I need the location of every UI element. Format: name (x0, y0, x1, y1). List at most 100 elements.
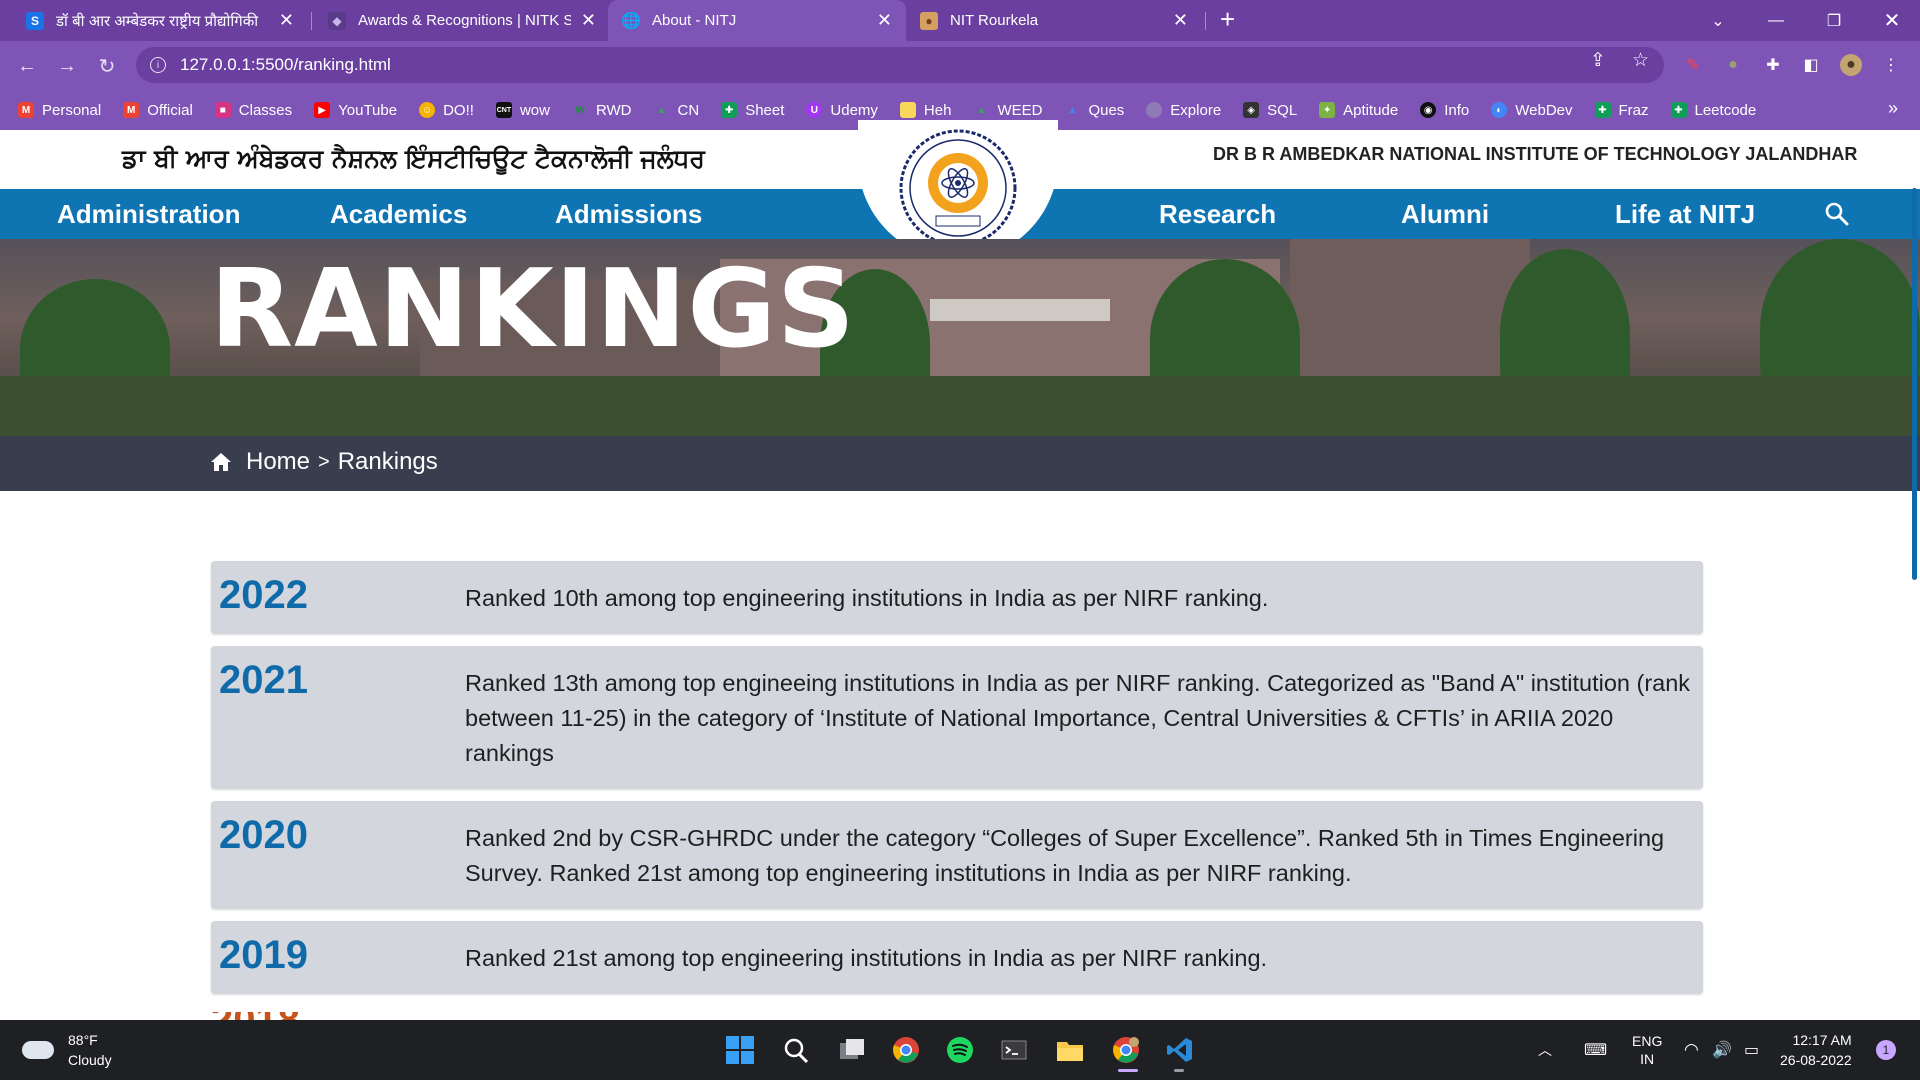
show-hidden-icons-chevron-icon[interactable]: ︿ (1538, 1020, 1552, 1080)
file-explorer-icon[interactable] (1054, 1034, 1086, 1066)
nitj-logo[interactable] (898, 128, 1018, 248)
bookmark-classes[interactable]: ■ Classes (214, 101, 293, 119)
nav-administration[interactable]: Administration (57, 199, 240, 230)
weather-widget[interactable]: 88°F Cloudy (22, 1030, 112, 1070)
page-scrollbar[interactable] (1912, 188, 1917, 580)
tab-title: About - NITJ (652, 12, 737, 29)
battery-icon[interactable]: ▭ (1744, 1020, 1759, 1080)
keyboard-icon[interactable]: ⌨ (1584, 1020, 1607, 1080)
back-arrow-icon[interactable]: ← (12, 51, 42, 81)
bookmark-leetcode[interactable]: ✚ Leetcode (1670, 102, 1756, 119)
drive-icon: ▲ (976, 104, 987, 116)
restore-button[interactable]: ❐ (1806, 0, 1862, 41)
wifi-icon[interactable]: ◠ (1684, 1020, 1699, 1080)
profile-avatar[interactable]: ● (1840, 54, 1862, 76)
bookmark-star-icon[interactable]: ☆ (1632, 49, 1649, 72)
terminal-icon[interactable] (998, 1034, 1030, 1066)
bookmark-label: Heh (923, 101, 952, 119)
bookmark-label: Classes (238, 101, 293, 119)
nav-admissions[interactable]: Admissions (555, 199, 702, 230)
minimize-button[interactable]: — (1748, 0, 1804, 41)
close-icon[interactable]: ✕ (1173, 10, 1188, 31)
search-icon[interactable] (780, 1034, 812, 1066)
tab-nitk-awards[interactable]: ◆ Awards & Recognitions | NITK Su ✕ (314, 0, 610, 41)
more-bookmarks-button[interactable]: » (1888, 98, 1898, 119)
nav-life-at-nitj[interactable]: Life at NITJ (1615, 199, 1755, 230)
info-icon[interactable]: i (150, 57, 166, 73)
sheets-icon: ✚ (1670, 102, 1687, 118)
bookmark-label: SQL (1267, 101, 1298, 119)
bookmark-heh[interactable]: Heh (899, 101, 952, 119)
close-icon[interactable]: ✕ (279, 10, 294, 31)
windows-start-icon[interactable] (724, 1034, 756, 1066)
close-icon[interactable]: ✕ (581, 10, 596, 31)
bookmark-official[interactable]: M Official (123, 102, 193, 119)
nav-academics[interactable]: Academics (330, 199, 467, 230)
breadcrumb-home-link[interactable]: Home (246, 448, 310, 476)
bookmark-ques[interactable]: ▲ Ques (1064, 102, 1124, 119)
menu-dots-icon[interactable]: ⋮ (1880, 54, 1902, 76)
nav-research[interactable]: Research (1159, 199, 1276, 230)
address-bar[interactable]: i 127.0.0.1:5500/ranking.html (136, 47, 1664, 83)
bookmark-sql[interactable]: ◈ SQL (1243, 102, 1297, 119)
w-icon: W (575, 104, 585, 116)
bookmark-aptitude[interactable]: ✦ Aptitude (1319, 102, 1398, 119)
close-icon[interactable]: ✕ (877, 10, 892, 31)
extension-icon[interactable]: ● (1722, 54, 1744, 76)
bookmark-explore[interactable]: Explore (1146, 102, 1221, 119)
github-icon: ◉ (1420, 102, 1437, 118)
side-panel-icon[interactable]: ◧ (1800, 54, 1822, 76)
bookmark-rwd[interactable]: W RWD (572, 101, 632, 119)
share-icon[interactable]: ⇪ (1590, 49, 1606, 72)
tab-nitj-hindi[interactable]: S डॉ बी आर अम्बेडकर राष्ट्रीय प्रौद्योगि… (12, 0, 308, 41)
url-text[interactable]: 127.0.0.1:5500/ranking.html (180, 55, 391, 75)
puzzle-extensions-icon[interactable]: ✚ (1762, 54, 1784, 76)
drive-icon: ▲ (1067, 104, 1078, 116)
active-app-indicator (1118, 1069, 1138, 1072)
lawn-image (0, 376, 1920, 436)
bookmark-cn[interactable]: ▲ CN (654, 102, 700, 119)
youtube-icon: ▶ (314, 102, 331, 118)
pen-extension-icon[interactable]: ✎ (1682, 54, 1704, 76)
home-icon[interactable] (210, 452, 232, 472)
breadcrumb-current: Rankings (337, 448, 438, 475)
bookmark-sheet[interactable]: ✚ Sheet (721, 102, 784, 119)
bookmark-udemy[interactable]: U Udemy (806, 102, 878, 119)
tab-nit-rourkela[interactable]: ● NIT Rourkela ✕ (906, 0, 1202, 41)
task-view-icon[interactable] (836, 1034, 868, 1066)
drive-icon: ▲ (656, 104, 667, 116)
ranking-description: Ranked 13th among top engineeing institu… (465, 670, 1691, 766)
shield-favicon-icon: ◆ (328, 11, 346, 30)
bookmark-youtube[interactable]: ▶ YouTube (314, 102, 397, 119)
bookmark-fraz[interactable]: ✚ Fraz (1594, 102, 1649, 119)
bookmark-info[interactable]: ◉ Info (1420, 102, 1469, 119)
tab-search-chevron-icon[interactable]: ⌄ (1690, 0, 1746, 41)
bookmark-weed[interactable]: ▲ WEED (973, 102, 1042, 119)
volume-icon[interactable]: 🔊 (1712, 1020, 1732, 1080)
tab-about-nitj[interactable]: 🌐 About - NITJ ✕ (608, 0, 906, 41)
chrome-icon[interactable] (890, 1034, 922, 1066)
bookmark-wow[interactable]: CNT wow (495, 102, 550, 119)
bookmark-do[interactable]: ☺ DO!! (419, 102, 474, 119)
breadcrumb-separator: > (318, 450, 330, 473)
bookmark-webdev[interactable]: ◐ WebDev (1491, 101, 1573, 119)
system-clock[interactable]: 12:17 AM 26-08-2022 (1780, 1030, 1852, 1070)
gmail-icon: M (123, 102, 140, 118)
vscode-icon[interactable] (1164, 1034, 1196, 1066)
forward-arrow-icon[interactable]: → (52, 51, 82, 81)
chrome-active-icon[interactable] (1110, 1034, 1142, 1066)
bookmark-label: Personal (42, 101, 102, 119)
bookmark-personal[interactable]: M Personal (18, 102, 101, 119)
language-indicator[interactable]: ENG IN (1632, 1020, 1662, 1080)
bookmark-label: DO!! (443, 101, 474, 119)
bookmark-label: RWD (595, 101, 632, 119)
ranking-year: 2020 (219, 813, 308, 857)
search-icon[interactable] (1824, 201, 1850, 227)
reload-icon[interactable]: ↻ (92, 51, 122, 81)
nav-alumni[interactable]: Alumni (1401, 199, 1489, 230)
close-window-button[interactable]: ✕ (1864, 0, 1920, 41)
bookmark-label: WebDev (1515, 101, 1573, 119)
notification-badge[interactable]: 1 (1876, 1040, 1896, 1060)
new-tab-button[interactable]: + (1220, 4, 1235, 35)
spotify-icon[interactable] (944, 1034, 976, 1066)
